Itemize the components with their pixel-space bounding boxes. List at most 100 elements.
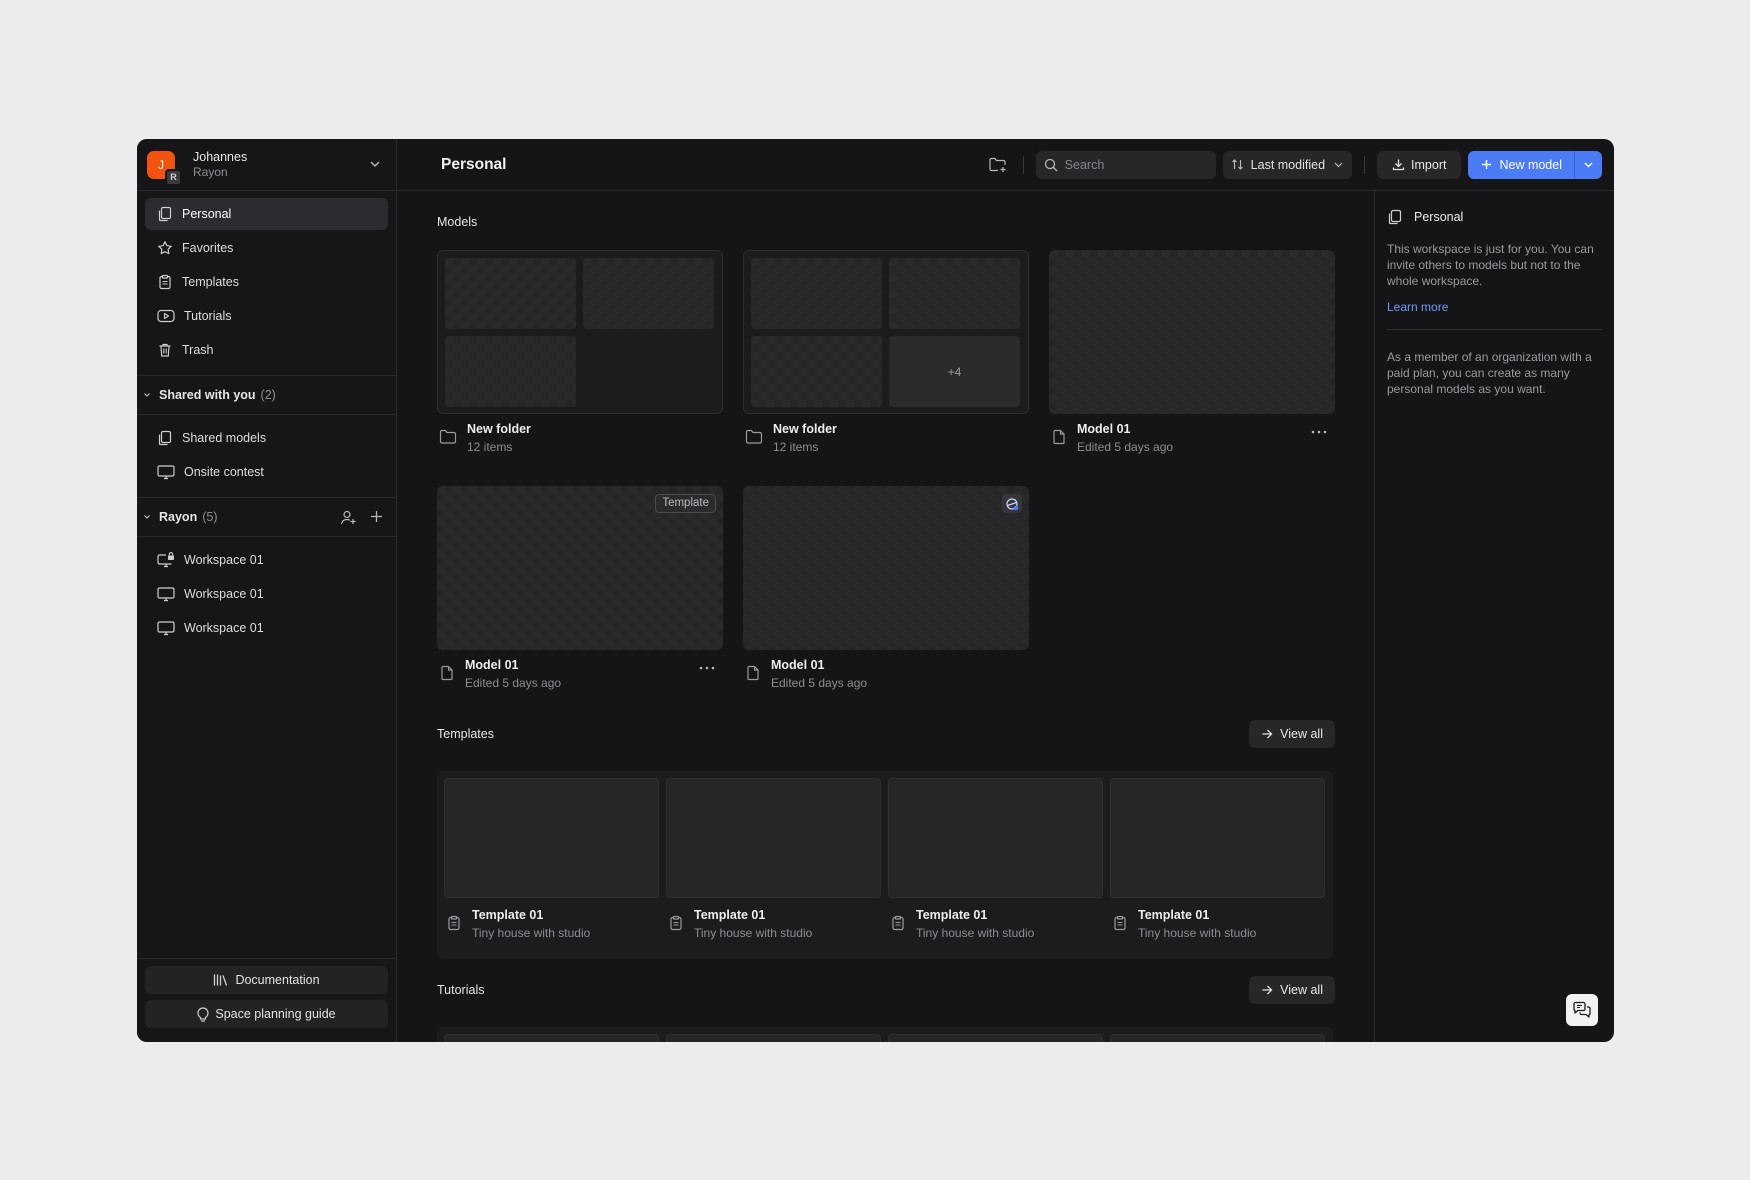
tutorial-card[interactable] xyxy=(1110,1034,1325,1042)
info-description: This workspace is just for you. You can … xyxy=(1387,242,1594,288)
card-title: Model 01 xyxy=(771,657,825,672)
play-icon xyxy=(157,309,175,323)
folder-card[interactable]: New folder 12 items xyxy=(437,250,723,460)
new-model-button-group: New model xyxy=(1468,150,1602,179)
tutorial-thumbnail xyxy=(1110,1034,1325,1042)
nav-item-trash[interactable]: Trash xyxy=(145,334,388,366)
clipboard-icon xyxy=(448,915,460,931)
card-title: Template 01 xyxy=(694,907,766,922)
card-title: New folder xyxy=(467,421,531,436)
template-card[interactable]: Template 01 Tiny house with studio xyxy=(444,778,659,948)
add-member-icon[interactable] xyxy=(340,509,357,526)
app-window: J R Johannes Rayon Personal Favorites Te… xyxy=(137,139,1614,1042)
model-card[interactable]: Model 01 Edited 5 days ago xyxy=(1049,250,1335,460)
search-box[interactable] xyxy=(1035,150,1216,179)
import-button[interactable]: Import xyxy=(1377,150,1462,179)
nav-item-personal[interactable]: Personal xyxy=(145,198,388,230)
tutorial-card[interactable] xyxy=(888,1034,1103,1042)
clipboard-icon xyxy=(892,915,904,931)
card-subtitle: 12 items xyxy=(467,439,513,454)
view-all-label: View all xyxy=(1280,727,1323,741)
nav-item-shared-models[interactable]: Shared models xyxy=(145,422,388,454)
card-subtitle: 12 items xyxy=(773,439,819,454)
nav-item-workspace[interactable]: Workspace 01 xyxy=(145,612,388,644)
plus-icon xyxy=(1482,160,1492,169)
card-subtitle: Tiny house with studio xyxy=(472,925,591,940)
sort-dropdown[interactable]: Last modified xyxy=(1222,150,1353,179)
card-subtitle: Tiny house with studio xyxy=(694,925,813,940)
documentation-button[interactable]: Documentation xyxy=(145,966,388,994)
section-title: Shared with you xyxy=(159,388,256,402)
books-icon xyxy=(214,974,228,986)
monitor-icon xyxy=(157,465,175,480)
chevron-down-icon xyxy=(1584,162,1593,168)
new-model-button[interactable]: New model xyxy=(1468,151,1574,179)
nav-item-favorites[interactable]: Favorites xyxy=(145,232,388,264)
folder-card[interactable]: +4 New folder 12 items xyxy=(743,250,1029,460)
chevron-down-icon xyxy=(144,393,150,397)
lightbulb-icon xyxy=(197,1006,209,1022)
nav-item-workspace[interactable]: Workspace 01 xyxy=(145,544,388,576)
copy-icon xyxy=(158,206,172,222)
section-count: (5) xyxy=(202,510,218,524)
nav-label: Tutorials xyxy=(184,309,232,323)
nav-label: Workspace 01 xyxy=(184,553,264,567)
nav-label: Shared models xyxy=(182,431,267,445)
template-card[interactable]: Template 01 Tiny house with studio xyxy=(1110,778,1325,948)
nav-item-onsite-contest[interactable]: Onsite contest xyxy=(145,456,388,488)
topbar: Personal Last modified Imp xyxy=(397,139,1614,191)
monitor-icon xyxy=(157,587,175,602)
account-switcher[interactable]: J R Johannes Rayon xyxy=(137,139,396,191)
nav-item-templates[interactable]: Templates xyxy=(145,266,388,298)
main-area: Personal Last modified Imp xyxy=(397,139,1614,1042)
card-title: Template 01 xyxy=(916,907,988,922)
org-avatar-initial: R xyxy=(170,172,177,182)
tutorials-view-all-button[interactable]: View all xyxy=(1249,976,1335,1004)
divider xyxy=(1022,155,1024,174)
chat-icon xyxy=(1573,1001,1591,1018)
support-chat-button[interactable] xyxy=(1566,994,1598,1026)
user-name: Johannes xyxy=(193,149,248,164)
chevron-down-icon xyxy=(1334,162,1343,168)
plus-icon[interactable] xyxy=(369,509,384,524)
new-model-options-button[interactable] xyxy=(1574,150,1602,179)
nav-item-workspace[interactable]: Workspace 01 xyxy=(145,578,388,610)
clipboard-icon xyxy=(670,915,682,931)
template-card[interactable]: Template 01 Tiny house with studio xyxy=(888,778,1103,948)
card-subtitle: Tiny house with studio xyxy=(916,925,1035,940)
tutorial-card[interactable] xyxy=(666,1034,881,1042)
tutorial-thumbnail xyxy=(444,1034,659,1042)
more-options-icon[interactable] xyxy=(1311,430,1327,434)
chevron-down-icon xyxy=(144,515,150,519)
nav-item-tutorials[interactable]: Tutorials xyxy=(145,300,388,332)
template-card[interactable]: Template 01 Tiny house with studio xyxy=(666,778,881,948)
folder-preview-tile xyxy=(751,258,882,329)
templates-view-all-button[interactable]: View all xyxy=(1249,720,1335,748)
nav-label: Favorites xyxy=(182,241,234,255)
more-items-count: +4 xyxy=(889,336,1020,407)
page-title: Personal xyxy=(441,155,507,173)
documentation-label: Documentation xyxy=(235,973,320,987)
clipboard-icon xyxy=(1114,915,1126,931)
info-panel: Personal This workspace is just for you.… xyxy=(1374,191,1614,1042)
section-title: Rayon xyxy=(159,510,198,524)
more-options-icon[interactable] xyxy=(699,666,715,670)
templates-panel: Template 01 Tiny house with studio Templ… xyxy=(437,771,1333,959)
search-input[interactable] xyxy=(1064,157,1205,172)
learn-more-link[interactable]: Learn more xyxy=(1387,300,1448,314)
model-card[interactable]: Template Model 01 Edited 5 days ago xyxy=(437,486,723,696)
team-section-header[interactable]: Rayon (5) xyxy=(137,497,396,537)
models-section-title: Models xyxy=(437,215,478,229)
nav-label: Onsite contest xyxy=(184,465,264,479)
new-folder-button[interactable] xyxy=(985,152,1011,178)
card-title: New folder xyxy=(773,421,837,436)
template-thumbnail xyxy=(666,778,881,898)
nav-label: Workspace 01 xyxy=(184,587,264,601)
space-planning-guide-button[interactable]: Space planning guide xyxy=(145,1000,388,1028)
chevron-down-icon[interactable] xyxy=(368,157,382,171)
shared-section-header[interactable]: Shared with you (2) xyxy=(137,375,396,415)
arrow-right-icon xyxy=(1262,729,1273,739)
tutorial-card[interactable] xyxy=(444,1034,659,1042)
card-subtitle: Tiny house with studio xyxy=(1138,925,1257,940)
model-card[interactable]: Model 01 Edited 5 days ago xyxy=(743,486,1029,696)
